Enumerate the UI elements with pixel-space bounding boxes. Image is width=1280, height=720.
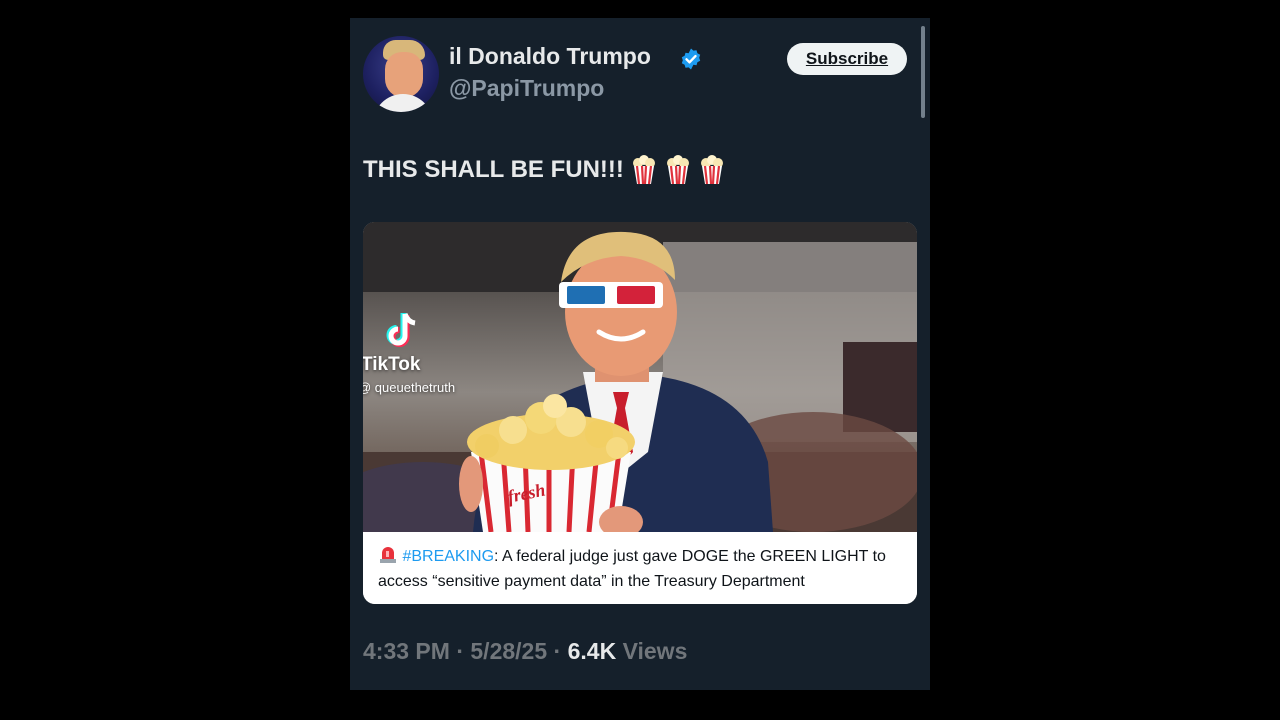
tiktok-watermark-label: TikTok bbox=[363, 354, 421, 375]
tweet-text-body: THIS SHALL BE FUN!!! bbox=[363, 156, 624, 183]
popcorn-icon bbox=[666, 155, 689, 185]
handle[interactable]: @PapiTrumpo bbox=[449, 75, 604, 102]
meta-separator: · bbox=[553, 638, 562, 664]
meta-separator: · bbox=[456, 638, 464, 664]
tiktok-watermark-handle: @ queuethetruth bbox=[363, 380, 456, 395]
photo-illustration: fresh bbox=[363, 222, 917, 532]
views-label: Views bbox=[622, 638, 688, 664]
media-attachment[interactable]: fresh TikTok @ queuethetruth #BREAKING: … bbox=[363, 222, 917, 604]
tweet-date[interactable]: 5/28/25 bbox=[470, 638, 547, 664]
tweet-time[interactable]: 4:33 PM bbox=[363, 638, 450, 664]
views-count: 6.4K bbox=[567, 638, 617, 664]
media-photo[interactable]: fresh TikTok @ queuethetruth bbox=[363, 222, 917, 532]
tweet-text: THIS SHALL BE FUN!!! bbox=[363, 155, 726, 185]
tweet-card: il Donaldo Trumpo @PapiTrumpo Subscribe … bbox=[350, 18, 930, 690]
verified-badge-icon bbox=[681, 48, 701, 70]
avatar[interactable] bbox=[363, 36, 439, 112]
scrollbar[interactable] bbox=[921, 26, 925, 118]
caption-hashtag[interactable]: #BREAKING bbox=[402, 548, 494, 565]
popcorn-icon bbox=[700, 155, 723, 185]
tweet-meta: 4:33 PM · 5/28/25 · 6.4K Views bbox=[363, 638, 687, 665]
media-caption: #BREAKING: A federal judge just gave DOG… bbox=[363, 532, 917, 604]
tiktok-logo-icon bbox=[386, 313, 416, 347]
popcorn-icon bbox=[632, 155, 655, 185]
siren-icon bbox=[380, 547, 396, 563]
subscribe-button[interactable]: Subscribe bbox=[787, 43, 907, 75]
display-name[interactable]: il Donaldo Trumpo bbox=[449, 43, 651, 70]
